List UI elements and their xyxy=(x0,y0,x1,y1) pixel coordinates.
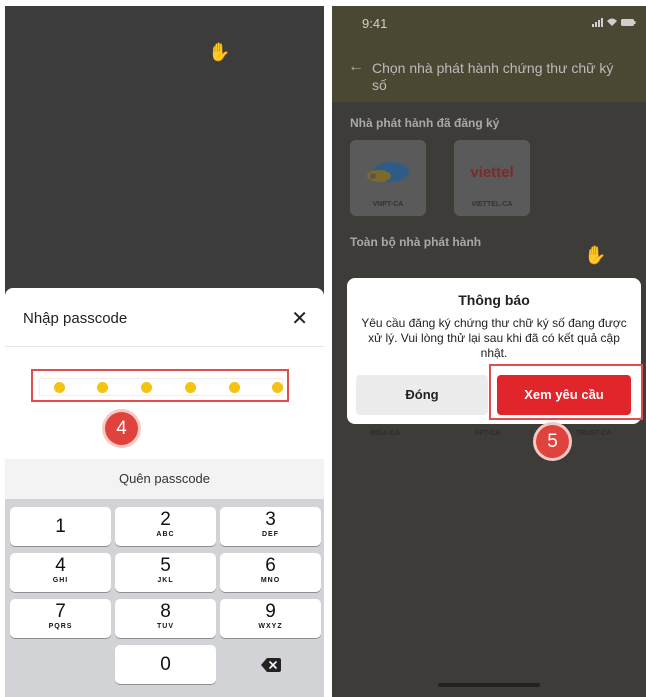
page-header: ← Chọn nhà phát hành chứng thư chữ ký số xyxy=(332,42,646,102)
passcode-field[interactable] xyxy=(39,378,283,396)
key-8[interactable]: 8 TUV xyxy=(115,599,216,638)
key-number: 8 xyxy=(160,601,171,622)
issuer-card-vnpt[interactable]: VNPT-CA xyxy=(350,140,426,216)
key-number: 1 xyxy=(55,516,66,537)
key-letters: DEF xyxy=(262,531,279,538)
back-arrow-icon[interactable]: ← xyxy=(348,58,364,76)
key-letters: JKL xyxy=(157,577,174,584)
passcode-dot xyxy=(272,382,283,393)
dialog-title: Thông báo xyxy=(458,292,530,308)
key-number: 3 xyxy=(265,509,276,530)
dialog-message: Yêu cầu đăng ký chứng thư chữ ký số đang… xyxy=(361,316,627,360)
passcode-sheet: Nhập passcode ✕ 4 Quên passcode 1 2 ABC xyxy=(5,288,324,697)
key-5[interactable]: 5 JKL xyxy=(115,553,216,592)
key-number: 7 xyxy=(55,601,66,622)
key-1[interactable]: 1 xyxy=(10,507,111,546)
home-indicator xyxy=(438,683,540,687)
key-letters: WXYZ xyxy=(258,623,283,630)
passcode-screen: ✋ Nhập passcode ✕ 4 Quên passcode 1 2 AB… xyxy=(5,6,324,697)
forgot-passcode-link[interactable]: Quên passcode xyxy=(5,459,324,499)
close-button[interactable]: Đóng xyxy=(356,375,488,415)
key-number: 4 xyxy=(55,555,66,576)
passcode-dot xyxy=(141,382,152,393)
passcode-dot xyxy=(229,382,240,393)
step-badge: 4 xyxy=(105,412,138,445)
issuer-name: VIETTEL-CA xyxy=(471,201,513,208)
issuer-select-screen: 9:41 ← Chọn nhà phát hành chứng thư chữ … xyxy=(332,6,646,697)
key-0[interactable]: 0 xyxy=(115,645,216,684)
key-letters: PQRS xyxy=(48,623,73,630)
key-number: 2 xyxy=(160,509,171,530)
sheet-title: Nhập passcode xyxy=(23,310,128,327)
sheet-header: Nhập passcode ✕ xyxy=(5,288,324,347)
step-badge: 5 xyxy=(536,425,569,458)
key-number: 6 xyxy=(265,555,276,576)
key-9[interactable]: 9 WXYZ xyxy=(220,599,321,638)
status-bar: 9:41 xyxy=(332,6,646,42)
page-title: Chọn nhà phát hành chứng thư chữ ký số xyxy=(372,60,614,93)
status-icons xyxy=(592,17,636,30)
hand-cursor-icon: ✋ xyxy=(208,42,231,62)
registered-section-label: Nhà phát hành đã đăng ký xyxy=(350,116,500,130)
key-letters: TUV xyxy=(157,623,174,630)
numeric-keypad: Quên passcode 1 2 ABC 3 DEF 4 GHI 5 JKL … xyxy=(5,459,324,697)
close-icon[interactable]: ✕ xyxy=(291,306,308,331)
status-time: 9:41 xyxy=(362,16,388,31)
passcode-dot xyxy=(54,382,65,393)
key-number: 5 xyxy=(160,555,171,576)
key-6[interactable]: 6 MNO xyxy=(220,553,321,592)
key-7[interactable]: 7 PQRS xyxy=(10,599,111,638)
issuer-name: VNPT-CA xyxy=(372,201,404,208)
vnpt-logo-icon xyxy=(367,162,409,182)
key-number: 0 xyxy=(160,654,171,675)
key-2[interactable]: 2 ABC xyxy=(115,507,216,546)
hand-cursor-icon: ✋ xyxy=(584,245,607,265)
passcode-dot xyxy=(97,382,108,393)
key-number: 9 xyxy=(265,601,276,622)
notice-dialog: Thông báo Yêu cầu đăng ký chứng thư chữ … xyxy=(347,278,643,424)
key-4[interactable]: 4 GHI xyxy=(10,553,111,592)
backspace-icon[interactable] xyxy=(220,645,321,684)
issuer-card-viettel[interactable]: viettel VIETTEL-CA xyxy=(454,140,530,216)
key-3[interactable]: 3 DEF xyxy=(220,507,321,546)
view-request-button[interactable]: Xem yêu cầu xyxy=(497,375,631,415)
key-letters: ABC xyxy=(156,531,175,538)
passcode-dot xyxy=(185,382,196,393)
all-issuers-section-label: Toàn bộ nhà phát hành xyxy=(350,235,482,249)
viettel-logo: viettel xyxy=(470,164,514,181)
passcode-highlight xyxy=(31,369,289,402)
issuer-name: FPT-CA xyxy=(475,430,501,437)
key-letters: MNO xyxy=(260,577,281,584)
issuer-name: TRUST-CA xyxy=(576,430,612,437)
key-letters: GHI xyxy=(52,577,69,584)
issuer-name: MISA-CA xyxy=(370,430,400,437)
